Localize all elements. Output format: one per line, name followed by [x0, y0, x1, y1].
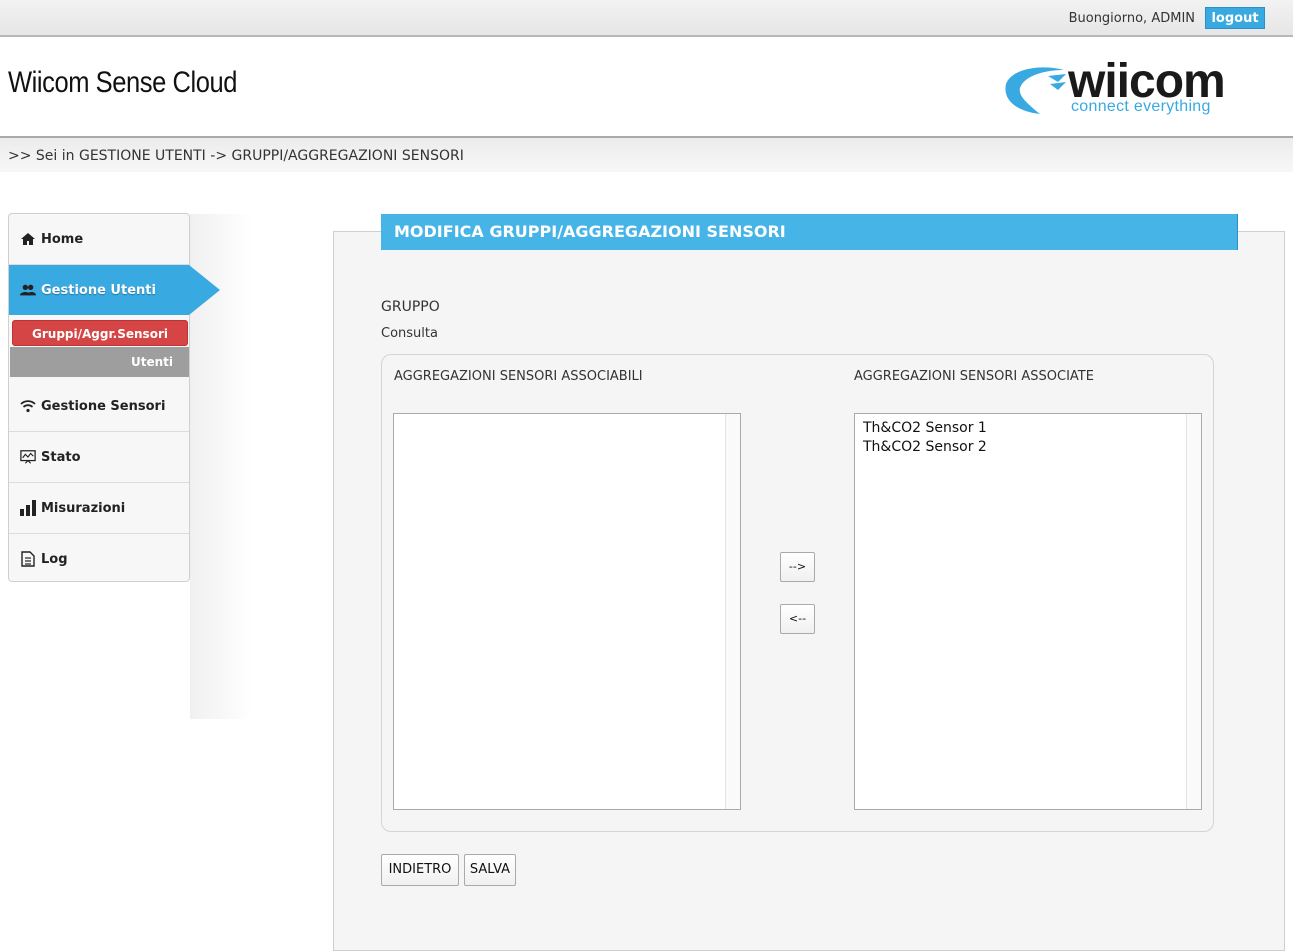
breadcrumb-bar: >> Sei in GESTIONE UTENTI -> GRUPPI/AGGR… [0, 136, 1293, 172]
sidebar-item-gestione-utenti[interactable]: Gestione Utenti [9, 265, 220, 315]
list-item[interactable]: Th&CO2 Sensor 1 [855, 419, 1201, 438]
sidebar-item-label: Gestione Sensori [41, 398, 166, 414]
monitor-chart-icon [20, 449, 36, 465]
document-icon [20, 551, 36, 567]
associated-list-label: AGGREGAZIONI SENSORI ASSOCIATE [854, 369, 1094, 384]
group-label: GRUPPO [381, 299, 440, 315]
breadcrumb: >> Sei in GESTIONE UTENTI -> GRUPPI/AGGR… [8, 148, 464, 164]
sidebar-item-label: Misurazioni [41, 500, 126, 516]
home-icon [20, 231, 36, 247]
sidebar-item-stato[interactable]: Stato [9, 432, 189, 483]
app-title: Wiicom Sense Cloud [8, 66, 238, 99]
scrollbar[interactable] [1186, 414, 1201, 809]
greeting-text: Buongiorno, ADMIN [1068, 11, 1195, 26]
sidebar-subitem-gruppi[interactable]: Gruppi/Aggr.Sensori [12, 320, 188, 346]
logout-button[interactable]: logout [1205, 7, 1265, 29]
sidebar-item-log[interactable]: Log [9, 534, 189, 584]
save-button[interactable]: SALVA [464, 854, 516, 886]
bar-chart-icon [20, 500, 36, 516]
page-title: MODIFICA GRUPPI/AGGREGAZIONI SENSORI [381, 214, 1238, 250]
sidebar-item-home[interactable]: Home [9, 214, 189, 265]
sidebar-item-label: Home [41, 231, 84, 247]
back-button[interactable]: INDIETRO [381, 854, 459, 886]
associated-listbox[interactable]: Th&CO2 Sensor 1 Th&CO2 Sensor 2 [854, 413, 1202, 810]
users-icon [20, 282, 36, 298]
available-options [394, 414, 740, 419]
sidebar-item-label: Stato [41, 449, 81, 465]
sidebar-subitem-utenti[interactable]: Utenti [10, 347, 189, 377]
sidebar-item-misurazioni[interactable]: Misurazioni [9, 483, 189, 534]
available-list-label: AGGREGAZIONI SENSORI ASSOCIABILI [394, 369, 643, 384]
sidebar-item-gestione-sensori[interactable]: Gestione Sensori [9, 381, 189, 432]
available-listbox[interactable] [393, 413, 741, 810]
sidebar-item-label: Gestione Utenti [41, 282, 156, 298]
move-left-button[interactable]: <-- [780, 604, 815, 634]
logo-swoosh-icon [1005, 67, 1066, 114]
logo-tagline: connect everything [1071, 98, 1211, 115]
group-value: Consulta [381, 326, 438, 341]
list-item[interactable]: Th&CO2 Sensor 2 [855, 438, 1201, 457]
sidebar-item-label: Log [41, 551, 68, 567]
wiicom-logo: wiicom connect everything [998, 55, 1268, 124]
wifi-icon [20, 398, 36, 414]
move-right-button[interactable]: --> [780, 552, 815, 582]
associated-options: Th&CO2 Sensor 1 Th&CO2 Sensor 2 [855, 414, 1201, 457]
top-bar: Buongiorno, ADMIN logout [0, 0, 1293, 37]
sidebar: Home Gestione Utenti Gruppi/Aggr.Sensori… [8, 213, 220, 584]
scrollbar[interactable] [725, 414, 740, 809]
